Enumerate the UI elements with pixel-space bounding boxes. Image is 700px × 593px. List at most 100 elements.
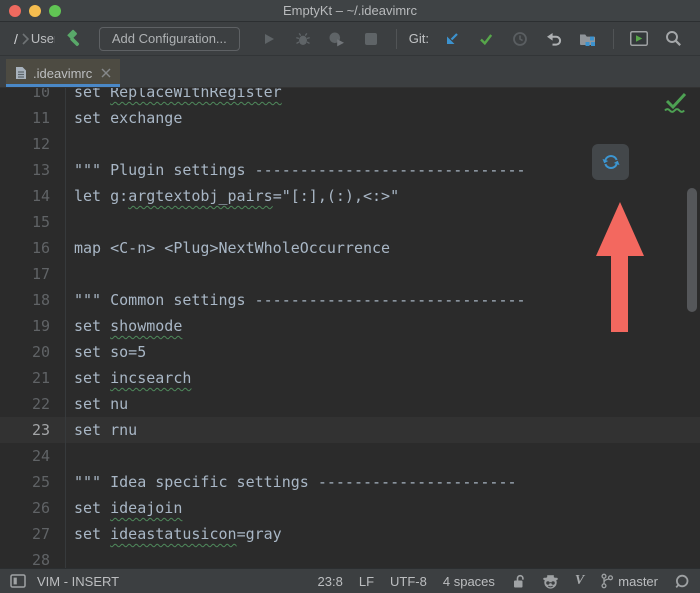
code-text[interactable]: set exchange [64,105,182,131]
code-line[interactable]: 20set so=5 [0,339,700,365]
caret-position-widget[interactable]: 23:8 [318,574,343,589]
line-number[interactable]: 26 [0,495,64,521]
git-update-button[interactable] [440,27,464,51]
line-number[interactable]: 15 [0,209,64,235]
code-text[interactable]: """ Idea specific settings -------------… [64,469,517,495]
profiler-icon [328,31,345,47]
event-log-widget[interactable] [674,574,690,589]
line-ending-widget[interactable]: LF [359,574,374,589]
git-history-button[interactable] [508,27,532,51]
line-number[interactable]: 17 [0,261,64,287]
project-structure-button[interactable] [576,27,600,51]
line-number[interactable]: 28 [0,547,64,568]
vim-mode-widget[interactable]: VIM - INSERT [37,574,119,589]
code-line[interactable]: 16map <C-n> <Plug>NextWholeOccurrence [0,235,700,261]
editor[interactable]: 10set ReplaceWithRegister11set exchange1… [0,88,700,568]
fullscreen-window-button[interactable] [49,5,61,17]
code-text[interactable]: set ReplaceWithRegister [64,88,282,105]
bug-icon [295,31,311,47]
line-number[interactable]: 13 [0,157,64,183]
code-line[interactable]: 14let g:argtextobj_pairs="[:],(:),<:>" [0,183,700,209]
toggle-toolwindows-button[interactable] [10,574,26,588]
inspections-indicator[interactable] [662,91,688,114]
code-text[interactable]: set showmode [64,313,182,339]
ideavim-widget[interactable]: V [575,573,584,589]
sync-refresh-icon [601,152,621,172]
line-number[interactable]: 16 [0,235,64,261]
line-number[interactable]: 20 [0,339,64,365]
line-number[interactable]: 12 [0,131,64,157]
code-line[interactable]: 25""" Idea specific settings -----------… [0,469,700,495]
code-text[interactable]: """ Common settings --------------------… [64,287,526,313]
code-line[interactable]: 22set nu [0,391,700,417]
code-text[interactable]: set incsearch [64,365,191,391]
code-line[interactable]: 27set ideastatusicon=gray [0,521,700,547]
code-text[interactable]: """ Plugin settings --------------------… [64,157,526,183]
close-window-button[interactable] [9,5,21,17]
code-text[interactable]: set rnu [64,417,137,443]
line-number[interactable]: 25 [0,469,64,495]
line-number[interactable]: 18 [0,287,64,313]
chevron-right-icon [22,33,29,45]
line-number[interactable]: 23 [0,417,64,443]
build-project-button[interactable] [62,27,86,51]
code-text[interactable]: set ideajoin [64,495,182,521]
run-anything-button[interactable] [627,27,651,51]
profiler-button[interactable] [325,27,349,51]
code-line[interactable]: 10set ReplaceWithRegister [0,88,700,105]
code-line[interactable]: 21set incsearch [0,365,700,391]
annotation-arrow-up [596,202,644,332]
code-line[interactable]: 26set ideajoin [0,495,700,521]
search-icon [665,30,682,47]
line-number[interactable]: 11 [0,105,64,131]
line-number[interactable]: 22 [0,391,64,417]
toolbar-separator [613,29,614,49]
code-text[interactable]: map <C-n> <Plug>NextWholeOccurrence [64,235,390,261]
stop-button[interactable] [359,27,383,51]
encoding-widget[interactable]: UTF-8 [390,574,427,589]
editor-tab-bar: .ideavimrc [0,56,700,88]
hammer-icon [64,29,83,48]
close-tab-icon[interactable] [101,68,111,78]
breadcrumb-segment[interactable]: User [31,31,55,46]
run-configuration-selector[interactable]: Add Configuration... [99,27,240,51]
code-line[interactable]: 11set exchange [0,105,700,131]
undo-arrow-icon [546,30,563,47]
code-line[interactable]: 15 [0,209,700,235]
code-line[interactable]: 17 [0,261,700,287]
debug-button[interactable] [291,27,315,51]
code-text[interactable]: let g:argtextobj_pairs="[:],(:),<:>" [64,183,399,209]
minimize-window-button[interactable] [29,5,41,17]
editor-scrollbar-thumb[interactable] [687,188,697,312]
code-line[interactable]: 23set rnu [0,417,700,443]
readonly-toggle-widget[interactable] [511,574,526,589]
code-text[interactable]: set so=5 [64,339,146,365]
inspection-ok-icon [662,91,688,114]
run-button[interactable] [257,27,281,51]
tab-ideavimrc[interactable]: .ideavimrc [6,59,120,87]
window-controls [9,5,61,17]
breadcrumb-root[interactable]: / [14,31,18,47]
git-branch-widget[interactable]: master [600,573,658,589]
code-text[interactable]: set ideastatusicon=gray [64,521,282,547]
line-number[interactable]: 14 [0,183,64,209]
search-everywhere-button[interactable] [661,27,685,51]
clock-icon [512,31,528,47]
code-text[interactable]: set nu [64,391,128,417]
reload-ideavimrc-button[interactable] [592,144,629,180]
status-bar: VIM - INSERT 23:8 LF UTF-8 4 spaces [0,568,700,593]
highlighting-level-widget[interactable] [542,574,559,589]
git-commit-button[interactable] [474,27,498,51]
line-number[interactable]: 24 [0,443,64,469]
code-line[interactable]: 24 [0,443,700,469]
line-number[interactable]: 19 [0,313,64,339]
code-line[interactable]: 19set showmode [0,313,700,339]
code-line[interactable]: 18""" Common settings ------------------… [0,287,700,313]
line-number[interactable]: 10 [0,88,64,105]
line-number[interactable]: 21 [0,365,64,391]
code-line[interactable]: 28 [0,547,700,568]
unlock-icon [511,574,526,589]
git-rollback-button[interactable] [542,27,566,51]
line-number[interactable]: 27 [0,521,64,547]
indent-widget[interactable]: 4 spaces [443,574,495,589]
